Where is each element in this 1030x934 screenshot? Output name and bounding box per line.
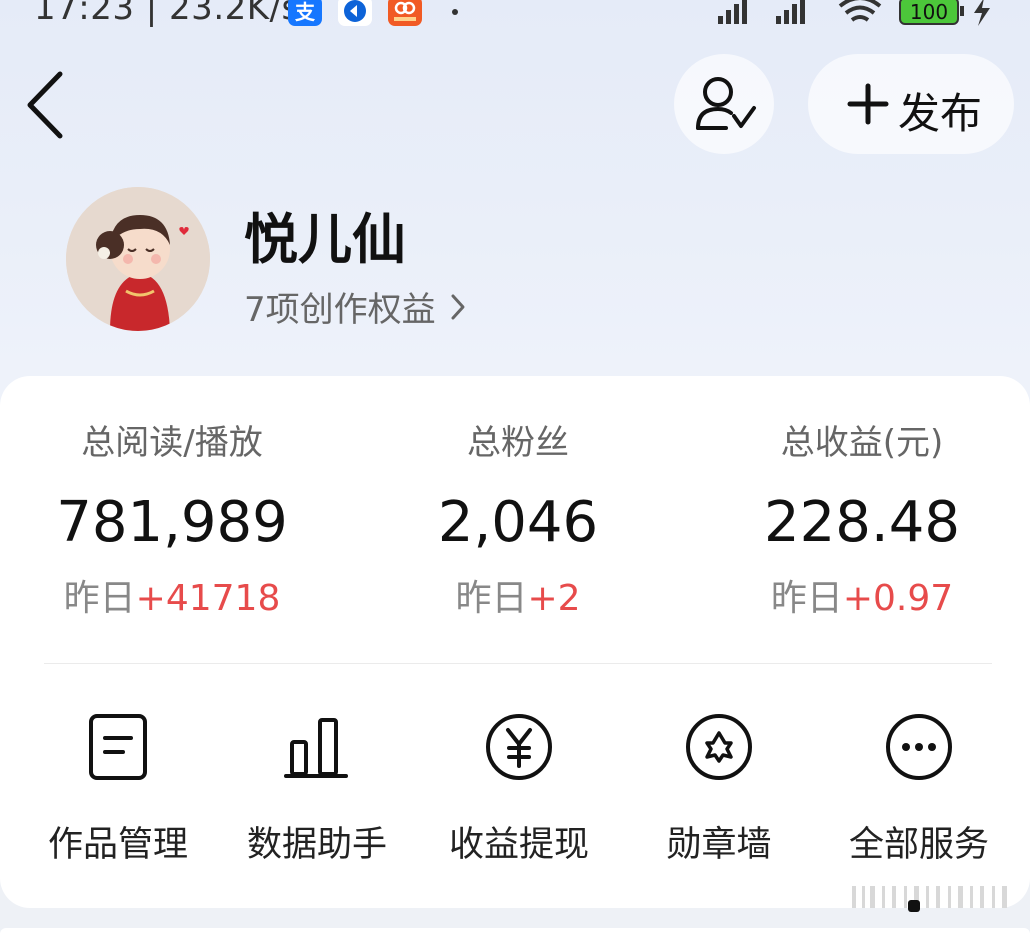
service-all-services[interactable]: 全部服务 [839, 712, 999, 867]
app-icon [388, 0, 422, 26]
stat-label: 总阅读/播放 [81, 423, 263, 463]
service-label: 收益提现 [448, 825, 589, 865]
next-card-edge [0, 928, 1030, 934]
badge-icon [686, 714, 752, 780]
stat-delta-value: +41718 [135, 578, 281, 619]
stat-delta-value: +0.97 [842, 578, 954, 619]
signal-icon [776, 0, 805, 24]
creator-benefits-label: 7项创作权益 [244, 290, 436, 330]
stat-delta-prefix: 昨日 [455, 578, 528, 619]
alipay-icon: 支 [288, 0, 322, 26]
stats-card: 总阅读/播放 781,989 昨日+41718 总粉丝 2,046 昨日+2 总… [0, 376, 1030, 908]
stat-delta-prefix: 昨日 [770, 578, 843, 619]
service-label: 全部服务 [848, 825, 989, 865]
app-icon [338, 0, 372, 26]
stat-label: 总粉丝 [467, 423, 569, 463]
username: 悦儿仙 [244, 208, 406, 271]
service-label: 作品管理 [47, 825, 188, 865]
service-data-assistant[interactable]: 数据助手 [237, 712, 397, 867]
yuan-icon [486, 714, 552, 780]
stat-delta-value: +2 [527, 578, 581, 619]
stat-value: 2,046 [437, 490, 599, 555]
divider [44, 663, 992, 664]
stat-total-followers[interactable]: 总粉丝 2,046 昨日+2 [378, 418, 658, 626]
follow-button[interactable] [674, 54, 774, 154]
stat-value: 781,989 [56, 490, 288, 555]
chevron-right-icon [451, 294, 465, 319]
signal-icon [718, 0, 747, 24]
avatar[interactable] [66, 187, 210, 331]
svg-text:支: 支 [295, 0, 316, 24]
back-button[interactable] [22, 68, 72, 142]
stat-total-earnings[interactable]: 总收益(元) 228.48 昨日+0.97 [722, 418, 1002, 626]
creator-benefits-link[interactable]: 7项创作权益 [244, 282, 469, 330]
stat-delta: 昨日+2 [378, 572, 658, 626]
publish-label: 发布 [898, 89, 983, 138]
charging-icon [974, 0, 990, 26]
publish-button[interactable]: 发布 [808, 54, 1014, 154]
battery-level: 100 [910, 0, 948, 24]
stat-delta: 昨日+41718 [32, 572, 312, 626]
user-check-icon [696, 77, 756, 130]
service-label: 数据助手 [246, 825, 387, 865]
notification-dot [452, 9, 458, 15]
wifi-icon [838, 0, 882, 22]
back-chevron-icon [27, 71, 63, 139]
service-label: 勋章墙 [666, 825, 772, 865]
stat-delta: 昨日+0.97 [722, 572, 1002, 626]
status-time-speed: 17:23 | 23.2K/s [34, 0, 300, 28]
watermark [852, 886, 1007, 912]
service-badge-wall[interactable]: 勋章墙 [639, 712, 799, 867]
stat-value: 228.48 [764, 490, 960, 555]
stat-delta-prefix: 昨日 [63, 578, 136, 619]
service-earnings-withdraw[interactable]: 收益提现 [439, 712, 599, 867]
plus-icon [847, 83, 889, 125]
bar-chart-icon [284, 718, 348, 778]
status-indicators: 100 [718, 0, 990, 26]
more-icon [886, 714, 952, 780]
service-works-management[interactable]: 作品管理 [38, 712, 198, 867]
stat-total-reads[interactable]: 总阅读/播放 781,989 昨日+41718 [32, 418, 312, 626]
stat-label: 总收益(元) [780, 423, 944, 463]
document-icon [89, 714, 147, 780]
battery-icon: 100 [899, 0, 964, 25]
status-bar: 17:23 | 23.2K/s 支 100 [0, 0, 1030, 30]
